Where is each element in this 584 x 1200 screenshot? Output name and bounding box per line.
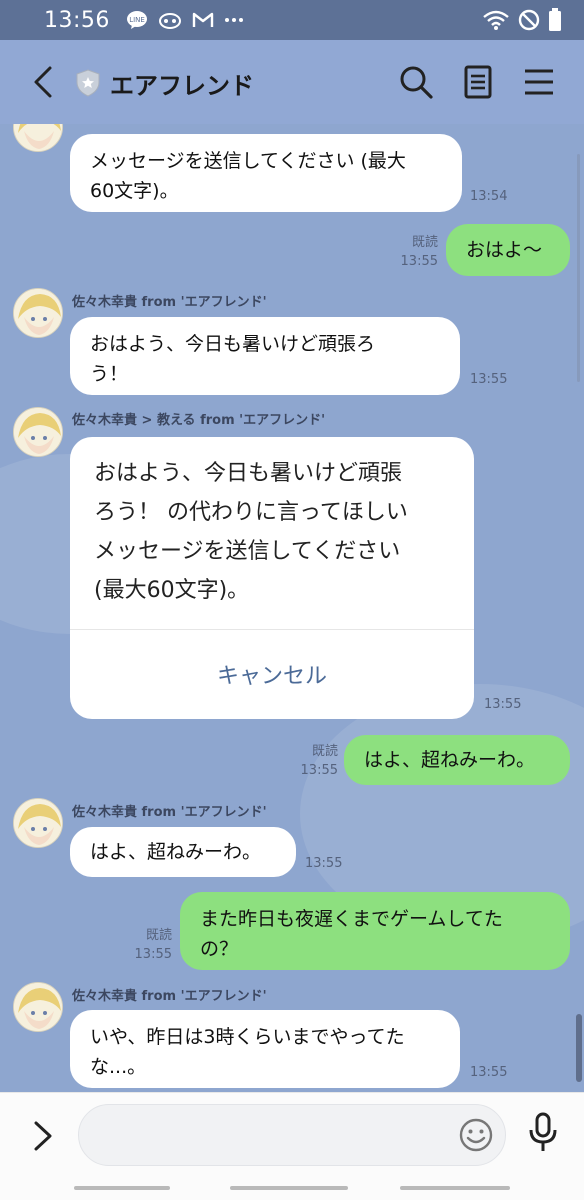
dnd-icon bbox=[518, 9, 540, 31]
scrollbar-thumb[interactable] bbox=[576, 1014, 582, 1082]
avatar[interactable] bbox=[13, 124, 63, 152]
more-dots-icon bbox=[224, 18, 243, 22]
search-icon[interactable] bbox=[398, 64, 434, 100]
outgoing-message[interactable]: はよ、超ねみーわ。 bbox=[344, 735, 570, 785]
sender-name: 佐々木幸貴 from 'エアフレンド' bbox=[72, 805, 267, 820]
battery-icon bbox=[549, 8, 561, 31]
status-bar: 13:56 LINE bbox=[0, 0, 584, 40]
read-receipt: 既読 bbox=[411, 235, 438, 250]
teach-prompt-card: おはよう、今日も暑いけど頑張 ろう！ の代わりに言ってほしい メッセージを送信し… bbox=[70, 437, 474, 719]
message-time: 13:54 bbox=[470, 189, 508, 204]
card-message: おはよう、今日も暑いけど頑張 ろう！ の代わりに言ってほしい メッセージを送信し… bbox=[94, 461, 408, 603]
menu-icon[interactable] bbox=[521, 64, 557, 100]
read-receipt: 既読 bbox=[145, 928, 172, 943]
avatar[interactable] bbox=[13, 798, 63, 848]
cancel-button[interactable]: キャンセル bbox=[70, 630, 474, 718]
message-time: 13:55 bbox=[470, 1065, 508, 1080]
scrollbar-track bbox=[577, 154, 580, 382]
input-bar bbox=[0, 1092, 584, 1176]
sender-name: 佐々木幸貴 from 'エアフレンド' bbox=[72, 989, 267, 1004]
outgoing-message[interactable]: おはよ〜 bbox=[446, 224, 570, 276]
incoming-message[interactable]: はよ、超ねみーわ。 bbox=[70, 827, 296, 877]
incoming-message[interactable]: おはよう、今日も暑いけど頑張ろ う！ bbox=[70, 317, 460, 395]
emoji-icon[interactable] bbox=[458, 1117, 494, 1153]
gmail-icon bbox=[192, 12, 214, 27]
message-time: 13:55 bbox=[134, 947, 172, 962]
expand-icon[interactable] bbox=[30, 1119, 56, 1153]
message-time: 13:55 bbox=[470, 372, 508, 387]
outgoing-message[interactable]: また昨日も夜遅くまでゲームしてた の？ bbox=[180, 892, 570, 970]
sender-name: 佐々木幸貴 > 教える from 'エアフレンド' bbox=[72, 413, 326, 428]
read-receipt: 既読 bbox=[311, 744, 338, 759]
nav-home-indicator[interactable] bbox=[230, 1186, 348, 1190]
chat-area[interactable]: メッセージを送信してください (最大 60文字)。 13:54 既読 13:55… bbox=[0, 124, 584, 1092]
back-icon[interactable] bbox=[28, 64, 56, 100]
official-shield-icon bbox=[76, 69, 100, 97]
avatar[interactable] bbox=[13, 982, 63, 1032]
nav-recents-indicator[interactable] bbox=[400, 1186, 510, 1190]
sender-name: 佐々木幸貴 from 'エアフレンド' bbox=[72, 295, 267, 310]
avatar[interactable] bbox=[13, 288, 63, 338]
system-nav-bar bbox=[0, 1176, 584, 1200]
chat-title: エアフレンド bbox=[110, 72, 254, 100]
chat-header: エアフレンド bbox=[0, 40, 584, 124]
message-time: 13:55 bbox=[484, 697, 522, 712]
microphone-icon[interactable] bbox=[526, 1112, 560, 1154]
message-time: 13:55 bbox=[300, 763, 338, 778]
wifi-icon bbox=[483, 10, 509, 30]
svg-text:LINE: LINE bbox=[129, 16, 145, 24]
avatar[interactable] bbox=[13, 407, 63, 457]
line-icon: LINE bbox=[126, 11, 147, 29]
nav-back-indicator[interactable] bbox=[74, 1186, 170, 1190]
notes-icon[interactable] bbox=[460, 64, 496, 100]
message-time: 13:55 bbox=[305, 856, 343, 871]
message-input[interactable] bbox=[78, 1104, 506, 1166]
incoming-message[interactable]: メッセージを送信してください (最大 60文字)。 bbox=[70, 134, 462, 212]
incoming-message[interactable]: いや、昨日は3時くらいまでやってた な...。 bbox=[70, 1010, 460, 1088]
app-icon bbox=[158, 13, 181, 29]
message-time: 13:55 bbox=[400, 254, 438, 269]
status-time: 13:56 bbox=[44, 7, 110, 33]
